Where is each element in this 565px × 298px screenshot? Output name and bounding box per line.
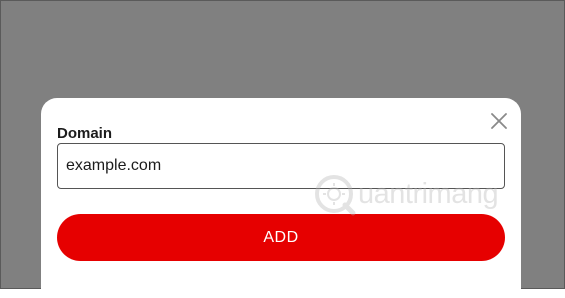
domain-input[interactable] <box>57 143 505 189</box>
close-icon <box>491 113 507 129</box>
domain-label: Domain <box>57 125 113 142</box>
add-domain-dialog: Domain ADD <box>41 98 521 298</box>
close-button[interactable] <box>489 111 509 131</box>
add-button[interactable]: ADD <box>57 214 505 261</box>
